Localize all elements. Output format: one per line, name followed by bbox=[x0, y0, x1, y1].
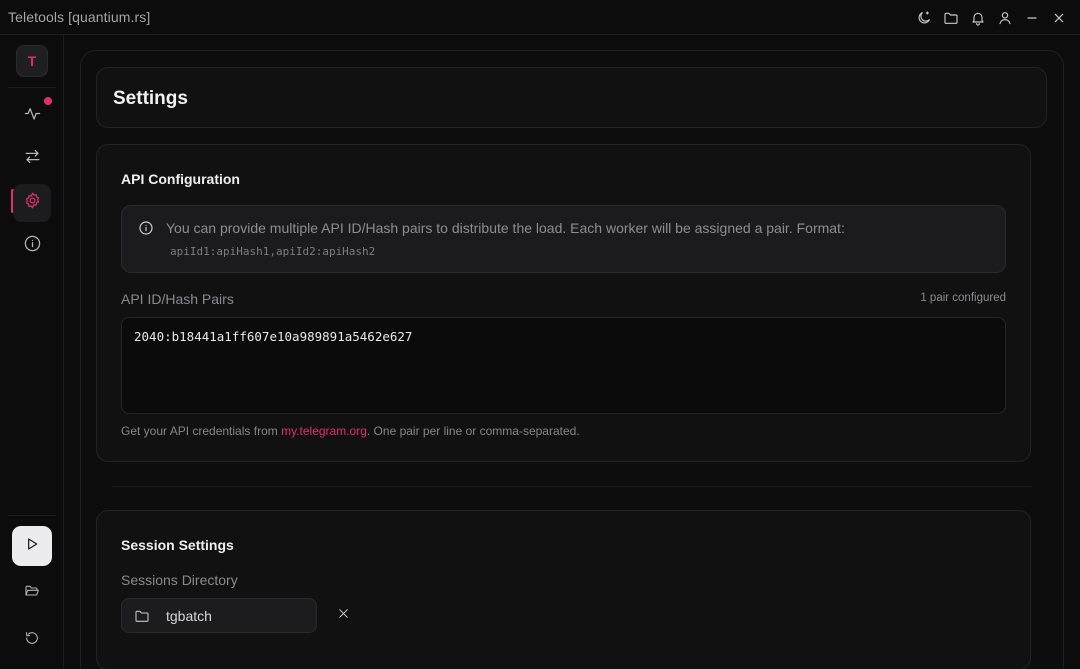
section-divider bbox=[112, 486, 1032, 487]
sessions-dir-label: Sessions Directory bbox=[121, 572, 238, 588]
notification-dot bbox=[44, 97, 52, 105]
avatar-letter: T bbox=[27, 53, 37, 69]
api-help-text: Get your API credentials from my.telegra… bbox=[121, 424, 580, 438]
app-title: Teletools [quantium.rs] bbox=[8, 9, 151, 25]
telegram-link[interactable]: my.telegram.org bbox=[281, 424, 367, 438]
clear-dir-button[interactable] bbox=[333, 606, 353, 626]
nav-transfer[interactable] bbox=[13, 140, 51, 178]
x-icon bbox=[337, 607, 350, 625]
sidebar: T bbox=[0, 35, 64, 669]
restart-icon bbox=[24, 630, 40, 651]
minimize-icon[interactable] bbox=[1018, 5, 1045, 30]
close-icon[interactable] bbox=[1045, 5, 1072, 30]
titlebar-controls bbox=[910, 5, 1072, 30]
api-config-card: API Configuration You can provide multip… bbox=[96, 144, 1031, 462]
info-text: You can provide multiple API ID/Hash pai… bbox=[166, 220, 845, 236]
activity-icon bbox=[23, 104, 42, 128]
folder-icon[interactable] bbox=[937, 5, 964, 30]
info-callout: You can provide multiple API ID/Hash pai… bbox=[121, 205, 1006, 273]
folder-icon bbox=[134, 608, 150, 624]
api-pairs-input[interactable]: 2040:b18441a1ff607e10a989891a5462e627 bbox=[121, 317, 1006, 414]
session-settings-title: Session Settings bbox=[121, 537, 234, 553]
avatar[interactable]: T bbox=[16, 45, 48, 77]
info-icon bbox=[23, 234, 42, 258]
pair-count: 1 pair configured bbox=[920, 292, 1006, 304]
folder-open-icon bbox=[24, 583, 40, 604]
settings-icon bbox=[23, 191, 42, 215]
bell-icon[interactable] bbox=[964, 5, 991, 30]
nav-settings[interactable] bbox=[13, 184, 51, 222]
help-suffix: . One pair per line or comma-separated. bbox=[366, 424, 580, 438]
page-title: Settings bbox=[113, 88, 188, 109]
open-folder-button[interactable] bbox=[13, 574, 51, 612]
info-icon bbox=[138, 220, 154, 236]
theme-toggle-icon[interactable] bbox=[910, 5, 937, 30]
transfer-icon bbox=[23, 147, 42, 171]
help-prefix: Get your API credentials from bbox=[121, 424, 282, 438]
user-icon[interactable] bbox=[991, 5, 1018, 30]
session-settings-card: Session Settings Sessions Directory tgba… bbox=[96, 510, 1031, 669]
start-button[interactable] bbox=[12, 526, 52, 566]
sidebar-divider-bottom bbox=[8, 515, 56, 516]
title-bar: Teletools [quantium.rs] bbox=[0, 0, 1080, 35]
api-config-title: API Configuration bbox=[121, 171, 240, 187]
nav-info[interactable] bbox=[13, 227, 51, 265]
format-example: apiId1:apiHash1,apiId2:apiHash2 bbox=[170, 245, 376, 258]
restart-button[interactable] bbox=[13, 621, 51, 659]
sessions-dir-value: tgbatch bbox=[166, 608, 212, 624]
sessions-dir-picker[interactable]: tgbatch bbox=[121, 598, 317, 633]
play-icon bbox=[24, 536, 40, 557]
sidebar-divider bbox=[8, 87, 56, 88]
page-header: Settings bbox=[96, 67, 1047, 128]
api-pairs-label: API ID/Hash Pairs bbox=[121, 291, 234, 307]
